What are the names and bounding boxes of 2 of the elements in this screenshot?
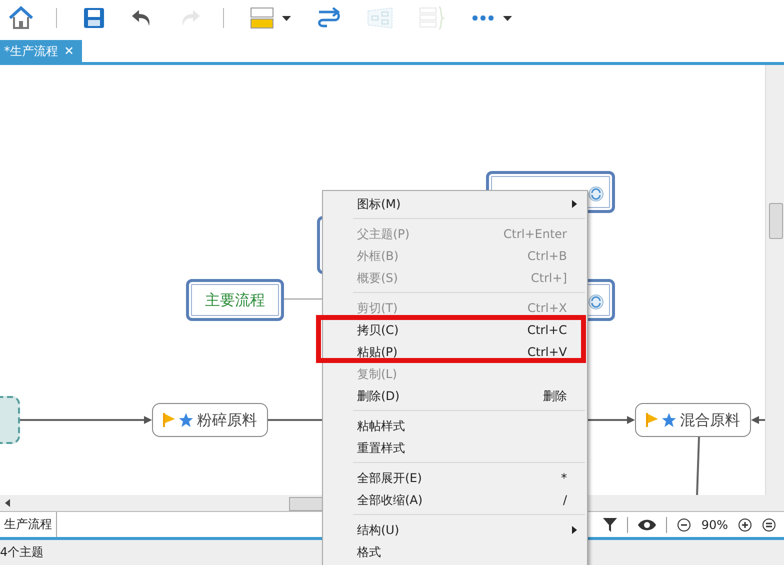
zoom-level: 90%: [701, 518, 728, 532]
status-text: 4个主题: [0, 544, 44, 561]
